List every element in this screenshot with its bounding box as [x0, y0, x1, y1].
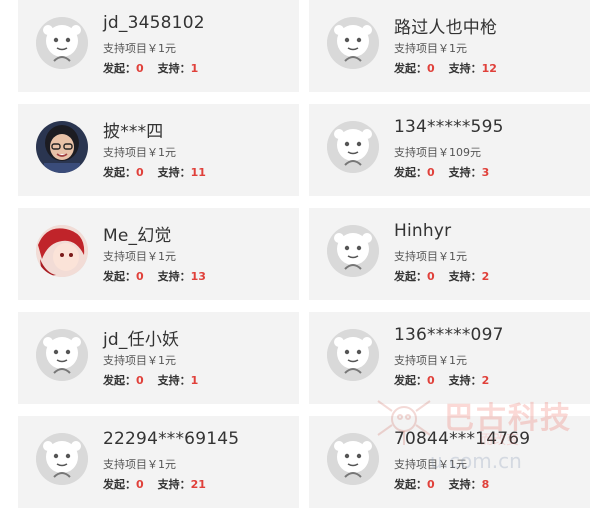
support-amount: 支持项目￥1元	[394, 354, 467, 367]
default-avatar-icon[interactable]	[327, 433, 379, 485]
supporter-card[interactable]: 路过人也中枪 支持项目￥1元 发起：0 支持：12	[309, 0, 590, 92]
launch-label: 发起：	[394, 62, 427, 75]
launch-label: 发起：	[103, 478, 136, 491]
supporter-name[interactable]: jd_任小妖	[103, 325, 179, 350]
support-count: 2	[481, 270, 490, 283]
support-count: 11	[190, 166, 206, 179]
default-avatar-icon[interactable]	[36, 17, 88, 69]
supporter-card[interactable]: 披***四 支持项目￥1元 发起：0 支持：11	[18, 104, 299, 196]
support-amount: 支持项目￥1元	[394, 42, 467, 55]
support-count: 13	[190, 270, 206, 283]
photo-avatar-icon[interactable]	[36, 121, 88, 173]
support-label: 支持：	[448, 166, 482, 179]
supporter-card[interactable]: Hinhyr 支持项目￥1元 发起：0 支持：2	[309, 208, 590, 300]
supporter-stats: 发起：0 支持：21	[103, 476, 206, 492]
support-count: 21	[190, 478, 206, 491]
supporter-name[interactable]: 134*****595	[394, 117, 504, 137]
launch-count: 0	[136, 166, 144, 179]
supporter-card[interactable]: 22294***69145 支持项目￥1元 发起：0 支持：21	[18, 416, 299, 508]
support-label: 支持：	[448, 478, 482, 491]
launch-label: 发起：	[103, 270, 136, 283]
support-amount: 支持项目￥1元	[394, 458, 467, 471]
support-count: 1	[190, 62, 199, 75]
launch-label: 发起：	[103, 62, 136, 75]
supporter-stats: 发起：0 支持：8	[394, 476, 489, 492]
launch-label: 发起：	[103, 166, 136, 179]
default-avatar-icon[interactable]	[327, 225, 379, 277]
support-amount: 支持项目￥1元	[103, 250, 176, 263]
default-avatar-icon[interactable]	[327, 329, 379, 381]
support-amount: 支持项目￥1元	[103, 458, 176, 471]
photo-avatar-icon[interactable]	[36, 225, 88, 277]
supporter-stats: 发起：0 支持：13	[103, 268, 206, 284]
support-label: 支持：	[157, 166, 191, 179]
support-label: 支持：	[157, 270, 191, 283]
supporter-name[interactable]: Me_幻觉	[103, 221, 172, 246]
support-label: 支持：	[448, 374, 482, 387]
supporter-stats: 发起：0 支持：1	[103, 372, 198, 388]
launch-label: 发起：	[394, 270, 427, 283]
supporter-stats: 发起：0 支持：3	[394, 164, 489, 180]
launch-count: 0	[136, 270, 144, 283]
support-count: 3	[481, 166, 490, 179]
launch-count: 0	[427, 62, 435, 75]
supporter-name[interactable]: Hinhyr	[394, 221, 451, 241]
support-label: 支持：	[157, 478, 191, 491]
supporter-stats: 发起：0 支持：2	[394, 268, 489, 284]
launch-label: 发起：	[103, 374, 136, 387]
supporter-stats: 发起：0 支持：12	[394, 60, 497, 76]
launch-count: 0	[136, 62, 144, 75]
launch-label: 发起：	[394, 166, 427, 179]
support-count: 2	[481, 374, 490, 387]
supporters-grid: jd_3458102 支持项目￥1元 发起：0 支持：1 路过人也中枪 支持项目￥…	[0, 0, 600, 508]
support-amount: 支持项目￥1元	[394, 250, 467, 263]
default-avatar-icon[interactable]	[36, 329, 88, 381]
support-label: 支持：	[448, 270, 482, 283]
default-avatar-icon[interactable]	[327, 17, 379, 69]
support-count: 12	[481, 62, 497, 75]
supporter-name[interactable]: 披***四	[103, 117, 164, 142]
supporter-name[interactable]: 136*****097	[394, 325, 504, 345]
supporter-name[interactable]: 22294***69145	[103, 429, 239, 449]
supporter-name[interactable]: jd_3458102	[103, 13, 205, 33]
supporter-card[interactable]: jd_3458102 支持项目￥1元 发起：0 支持：1	[18, 0, 299, 92]
supporter-card[interactable]: 70844***14769 支持项目￥1元 发起：0 支持：8	[309, 416, 590, 508]
launch-label: 发起：	[394, 478, 427, 491]
launch-count: 0	[427, 270, 435, 283]
launch-count: 0	[136, 478, 144, 491]
supporter-stats: 发起：0 支持：1	[103, 60, 198, 76]
launch-count: 0	[427, 478, 435, 491]
supporter-card[interactable]: 136*****097 支持项目￥1元 发起：0 支持：2	[309, 312, 590, 404]
launch-label: 发起：	[394, 374, 427, 387]
default-avatar-icon[interactable]	[327, 121, 379, 173]
supporter-card[interactable]: Me_幻觉 支持项目￥1元 发起：0 支持：13	[18, 208, 299, 300]
support-count: 1	[190, 374, 199, 387]
launch-count: 0	[136, 374, 144, 387]
supporter-stats: 发起：0 支持：11	[103, 164, 206, 180]
support-amount: 支持项目￥109元	[394, 146, 481, 159]
support-amount: 支持项目￥1元	[103, 146, 176, 159]
supporter-card[interactable]: 134*****595 支持项目￥109元 发起：0 支持：3	[309, 104, 590, 196]
supporter-name[interactable]: 路过人也中枪	[394, 13, 497, 38]
support-label: 支持：	[157, 62, 191, 75]
supporter-name[interactable]: 70844***14769	[394, 429, 530, 449]
support-count: 8	[481, 478, 490, 491]
supporter-card[interactable]: jd_任小妖 支持项目￥1元 发起：0 支持：1	[18, 312, 299, 404]
default-avatar-icon[interactable]	[36, 433, 88, 485]
support-amount: 支持项目￥1元	[103, 354, 176, 367]
support-label: 支持：	[157, 374, 191, 387]
launch-count: 0	[427, 166, 435, 179]
launch-count: 0	[427, 374, 435, 387]
supporter-stats: 发起：0 支持：2	[394, 372, 489, 388]
support-amount: 支持项目￥1元	[103, 42, 176, 55]
support-label: 支持：	[448, 62, 482, 75]
